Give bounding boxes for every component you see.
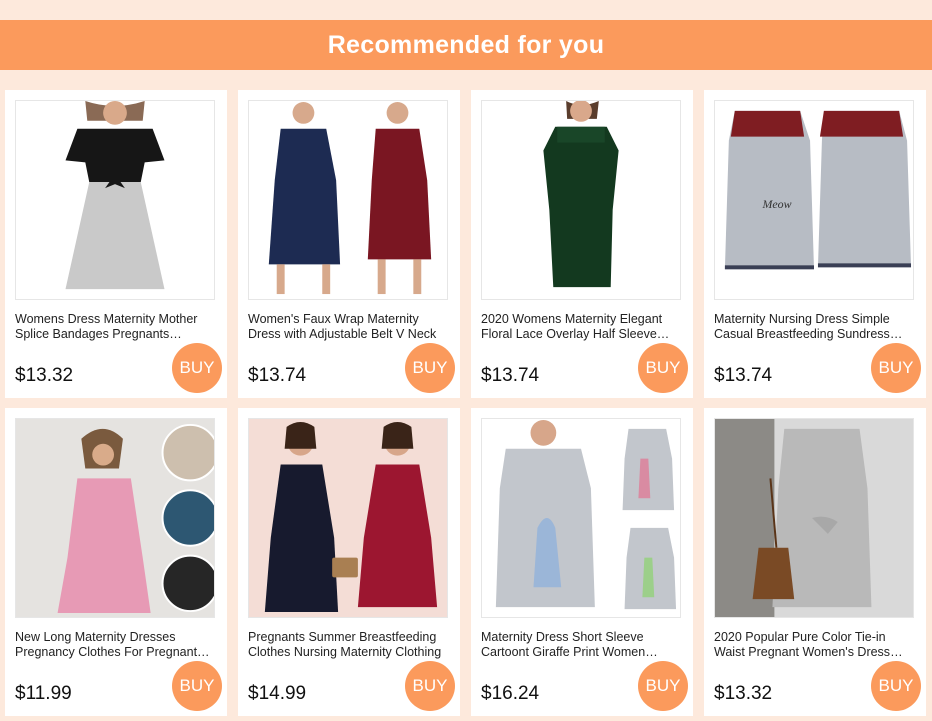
svg-text:Meow: Meow xyxy=(762,197,792,211)
product-image[interactable] xyxy=(15,418,215,618)
product-image[interactable] xyxy=(248,100,448,300)
product-price: $11.99 xyxy=(15,683,72,704)
buy-button[interactable]: BUY xyxy=(871,661,921,711)
product-image[interactable] xyxy=(15,100,215,300)
product-grid: Womens Dress Maternity Mother Splice Ban… xyxy=(5,90,926,716)
product-title[interactable]: 2020 Popular Pure Color Tie-in Waist Pre… xyxy=(714,630,916,660)
buy-button[interactable]: BUY xyxy=(638,661,688,711)
product-price: $14.99 xyxy=(248,683,307,704)
buy-button[interactable]: BUY xyxy=(405,343,455,393)
product-card[interactable]: 2020 Popular Pure Color Tie-in Waist Pre… xyxy=(704,408,926,716)
product-image[interactable] xyxy=(481,418,681,618)
product-image[interactable]: Meow xyxy=(714,100,914,300)
product-title[interactable]: New Long Maternity Dresses Pregnancy Clo… xyxy=(15,630,217,660)
buy-button[interactable]: BUY xyxy=(172,343,222,393)
product-card[interactable]: Meow Maternity Nursing Dress Simple Casu… xyxy=(704,90,926,398)
buy-button[interactable]: BUY xyxy=(638,343,688,393)
buy-button[interactable]: BUY xyxy=(405,661,455,711)
product-title[interactable]: Maternity Dress Short Sleeve Cartoont Gi… xyxy=(481,630,683,660)
buy-button[interactable]: BUY xyxy=(172,661,222,711)
product-image[interactable] xyxy=(481,100,681,300)
product-price: $13.74 xyxy=(714,365,773,386)
product-card[interactable]: Women's Faux Wrap Maternity Dress with A… xyxy=(238,90,460,398)
product-image[interactable] xyxy=(714,418,914,618)
product-card[interactable]: Maternity Dress Short Sleeve Cartoont Gi… xyxy=(471,408,693,716)
product-title[interactable]: 2020 Womens Maternity Elegant Floral Lac… xyxy=(481,312,683,342)
product-price: $13.32 xyxy=(714,683,773,704)
product-title[interactable]: Womens Dress Maternity Mother Splice Ban… xyxy=(15,312,217,342)
recommended-header: Recommended for you xyxy=(0,20,932,70)
product-price: $13.74 xyxy=(248,365,307,386)
product-title[interactable]: Women's Faux Wrap Maternity Dress with A… xyxy=(248,312,450,342)
product-price: $13.74 xyxy=(481,365,540,386)
product-price: $13.32 xyxy=(15,365,74,386)
product-card[interactable]: 2020 Womens Maternity Elegant Floral Lac… xyxy=(471,90,693,398)
product-card[interactable]: Womens Dress Maternity Mother Splice Ban… xyxy=(5,90,227,398)
product-price: $16.24 xyxy=(481,683,540,704)
product-image[interactable] xyxy=(248,418,448,618)
product-card[interactable]: Pregnants Summer Breastfeeding Clothes N… xyxy=(238,408,460,716)
product-card[interactable]: New Long Maternity Dresses Pregnancy Clo… xyxy=(5,408,227,716)
product-title[interactable]: Pregnants Summer Breastfeeding Clothes N… xyxy=(248,630,450,660)
buy-button[interactable]: BUY xyxy=(871,343,921,393)
product-title[interactable]: Maternity Nursing Dress Simple Casual Br… xyxy=(714,312,916,342)
